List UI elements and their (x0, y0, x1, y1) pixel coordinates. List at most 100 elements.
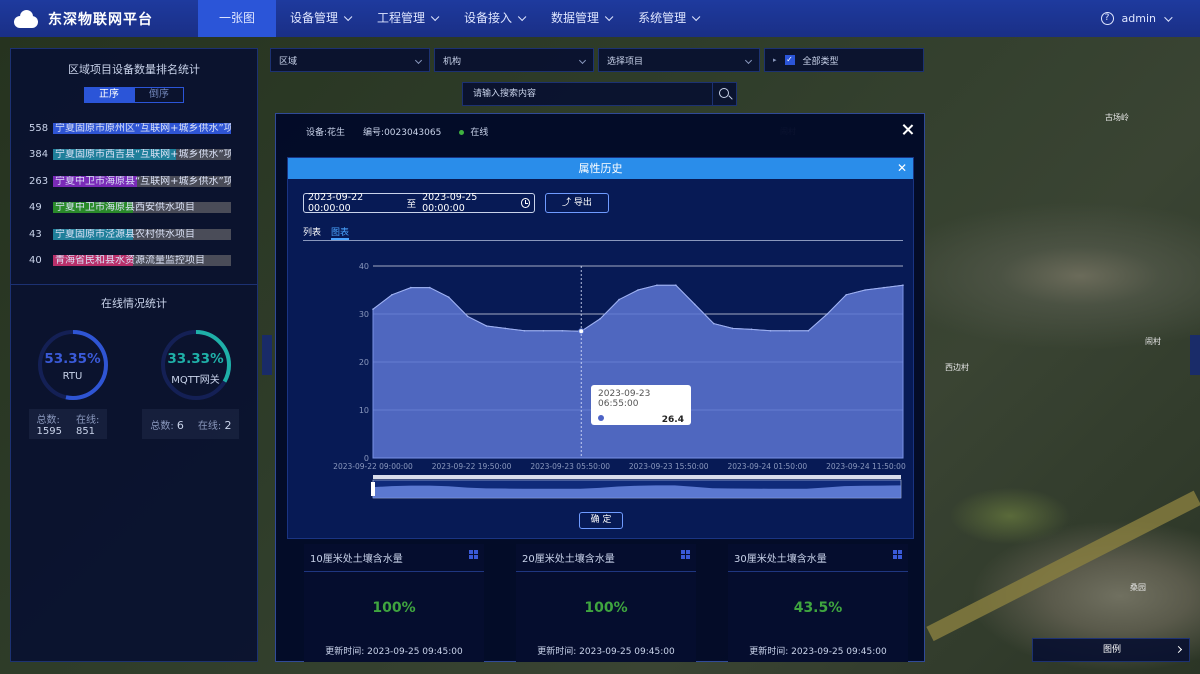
grid-icon[interactable] (893, 550, 902, 559)
card-title: 30厘米处土壤含水量 (734, 554, 827, 565)
close-icon[interactable] (902, 124, 914, 136)
nav-item-device-access[interactable]: 设备接入 (450, 0, 537, 37)
org-select[interactable]: 机构 (434, 48, 594, 72)
card-update-time: 更新时间: 2023-09-25 09:45:00 (749, 647, 887, 657)
grid-icon[interactable] (681, 550, 690, 559)
y-tick-label: 30 (359, 310, 369, 319)
map-label: 西边村 (945, 363, 969, 372)
caret-icon: ▸ (773, 56, 777, 64)
grid-icon[interactable] (469, 550, 478, 559)
card-value: 100% (584, 600, 628, 616)
data-point (618, 298, 620, 301)
ranking-row[interactable]: 384 宁夏固原市西吉县“互联网+城乡供水”项目 (11, 142, 257, 169)
date-row: 2023-09-22 00:00:00 至 2023-09-25 00:00:0… (303, 192, 913, 214)
x-tick-label: 2023-09-22 09:00:00 (333, 462, 413, 471)
ranking-row[interactable]: 43 宁夏固原市泾源县农村供水项目 (11, 221, 257, 248)
x-tick-label: 2023-09-24 01:50:00 (727, 462, 807, 471)
data-point (807, 330, 810, 332)
y-tick-label: 40 (359, 262, 369, 271)
sort-asc-button[interactable]: 正序 (84, 87, 134, 103)
ranking-bar: 青海省民和县水资源流量监控项目 (53, 255, 231, 267)
mqtt-gauge: 33.33% MQTT网关 (158, 327, 234, 403)
history-title: 属性历史 (578, 162, 623, 175)
search-icon[interactable] (712, 83, 736, 105)
legend-toggle[interactable]: 图例 (1032, 638, 1190, 662)
status-dot-icon (459, 129, 465, 135)
project-select[interactable]: 选择项目 (598, 48, 760, 72)
x-tick-label: 2023-09-23 05:50:00 (530, 462, 610, 471)
sort-desc-button[interactable]: 倒序 (134, 87, 184, 103)
history-chart[interactable]: 0102030402023-09-22 09:00:00 2023-09-22 1… (298, 258, 908, 503)
data-point (637, 289, 639, 291)
chevron-down-icon (744, 56, 753, 64)
nav-item-project-management[interactable]: 工程管理 (363, 0, 450, 37)
history-header: 属性历史 ✕ (288, 158, 913, 179)
x-tick-label: 2023-09-22 19:50:00 (432, 462, 512, 471)
collapse-left-handle[interactable] (262, 335, 272, 375)
top-navigation-bar: 东深物联网平台 一张图 设备管理 工程管理 设备接入 数据管理 系统管理 ? a… (0, 0, 1200, 37)
search-input[interactable]: 请输入搜索内容 (463, 83, 712, 105)
sensor-card: 10厘米处土壤含水量 100% 更新时间: 2023-09-25 09:45:00 (304, 544, 484, 662)
card-update-time: 更新时间: 2023-09-25 09:45:00 (325, 647, 463, 657)
all-types-checkbox[interactable]: ✓ (784, 55, 795, 65)
data-point (447, 296, 450, 298)
card-value: 43.5% (793, 600, 843, 616)
data-point (561, 330, 564, 332)
data-point (712, 322, 715, 325)
app-title: 东深物联网平台 (48, 11, 153, 28)
app-logo: 东深物联网平台 (0, 0, 198, 37)
nav-item-device-management[interactable]: 设备管理 (276, 0, 363, 37)
confirm-button[interactable]: 确 定 (579, 512, 623, 529)
card-title: 10厘米处土壤含水量 (310, 554, 403, 565)
tab-chart[interactable]: 图表 (331, 225, 350, 240)
ranking-label: 宁夏固原市原州区“互联网+城乡供水”项目 (55, 122, 231, 134)
property-history-panel: 属性历史 ✕ 2023-09-22 00:00:00 至 2023-09-25 … (287, 157, 914, 539)
map-label: 闹村 (1145, 337, 1161, 346)
ranking-row[interactable]: 263 宁夏中卫市海原县“互联网+城乡供水”项目 (11, 168, 257, 195)
data-point (542, 330, 545, 332)
export-icon: ⤴ (562, 198, 574, 208)
type-filter[interactable]: ▸ ✓ 全部类型 (764, 48, 924, 72)
tooltip-time: 2023-09-23 06:55:00 (598, 389, 651, 409)
chevron-down-icon (430, 12, 440, 22)
ranking-label: 宁夏中卫市海原县“互联网+城乡供水”项目 (55, 175, 231, 187)
start-date[interactable]: 2023-09-22 00:00:00 (308, 192, 401, 214)
nav-item-system-management[interactable]: 系统管理 (624, 0, 711, 37)
ranking-count: 263 (29, 175, 49, 187)
device-code: 编号:0023043065 (363, 127, 442, 138)
sort-toggle: 正序 倒序 (11, 87, 257, 103)
ranking-row[interactable]: 49 宁夏中卫市海原县西安供水项目 (11, 195, 257, 222)
end-date[interactable]: 2023-09-25 00:00:00 (422, 192, 515, 214)
ranking-label: 青海省民和县水资源流量监控项目 (55, 255, 205, 267)
ranking-row[interactable]: 40 青海省民和县水资源流量监控项目 (11, 248, 257, 275)
zoom-handle (371, 482, 375, 496)
device-name: 设备:花生 (306, 127, 346, 138)
date-range-picker[interactable]: 2023-09-22 00:00:00 至 2023-09-25 00:00:0… (303, 192, 535, 214)
tab-list[interactable]: 列表 (303, 225, 321, 240)
rtu-totals: 总数: 1595 在线: 851 (28, 409, 108, 439)
data-point (845, 294, 848, 296)
chevron-down-icon (604, 12, 614, 22)
nav-item-map[interactable]: 一张图 (198, 0, 276, 37)
region-select[interactable]: 区域 (270, 48, 430, 72)
data-point (485, 325, 488, 327)
ranking-count: 558 (29, 122, 49, 134)
mqtt-label: MQTT网关 (171, 375, 220, 386)
help-icon[interactable]: ? (1100, 12, 1114, 25)
map-road (926, 490, 1200, 642)
chart-tooltip: 2023-09-23 06:55:00 26.4 (591, 385, 691, 425)
user-menu[interactable]: ? admin (1100, 0, 1173, 37)
mqtt-percent: 33.33% (167, 351, 224, 367)
ranking-title: 区域项目设备数量排名统计 (68, 63, 200, 76)
close-icon[interactable]: ✕ (897, 158, 907, 179)
ranking-label: 宁夏固原市西吉县“互联网+城乡供水”项目 (55, 149, 231, 161)
collapse-right-handle[interactable] (1190, 335, 1200, 375)
device-info-header: 设备:花生 编号:0023043065 在线 (276, 114, 924, 148)
card-title: 20厘米处土壤含水量 (522, 554, 615, 565)
cloud-icon (12, 9, 40, 28)
export-button[interactable]: ⤴ 导出 (545, 193, 609, 213)
ranking-row[interactable]: 558 宁夏固原市原州区“互联网+城乡供水”项目 (11, 115, 257, 142)
ranking-bar: 宁夏固原市西吉县“互联网+城乡供水”项目 (53, 149, 231, 161)
nav-item-data-management[interactable]: 数据管理 (537, 0, 624, 37)
data-point (428, 286, 431, 289)
